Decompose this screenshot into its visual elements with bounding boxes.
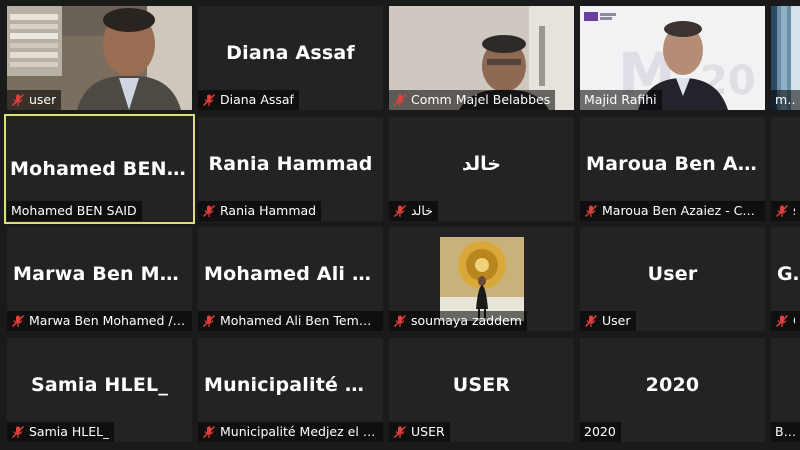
mic-muted-icon [393,314,407,328]
participant-name: خالد [411,203,433,218]
participant-name: user [29,92,57,107]
participant-tile-mohamed-ali-ben-temessek[interactable]: Mohamed Ali B... Mohamed Ali Ben Temess.… [198,227,383,331]
mic-muted-icon [775,204,789,218]
mic-muted-icon [202,314,216,328]
participant-nameplate: Rania Hammad [198,201,322,221]
participant-nameplate: USER [389,422,450,442]
participant-name: Diana Assaf [220,92,294,107]
participant-display-name: GO [777,263,800,285]
mic-muted-icon [393,204,407,218]
participant-display-name: Maroua Ben Az... [586,153,765,175]
participant-name: Ben [775,424,795,439]
participant-name: 2020 [584,424,616,439]
participant-nameplate: Maroua Ben Azaiez - Co... [580,201,765,221]
participant-nameplate: Mohamed BEN SAID [7,201,142,221]
mic-muted-icon [584,314,598,328]
participant-nameplate: 2020 [580,422,621,442]
participant-nameplate: C [771,311,800,331]
participant-nameplate: Comm Majel Belabbes [389,90,556,110]
participant-name: Maroua Ben Azaiez - Co... [602,203,760,218]
participant-nameplate: خالد [389,201,438,221]
participant-tile-khaled[interactable]: خالد خالد [389,117,574,221]
participant-nameplate: s [771,201,800,221]
participant-name: Municipalité Medjez el b... [220,424,378,439]
participant-name: Majid Rafihi [584,92,657,107]
participant-nameplate: Diana Assaf [198,90,299,110]
participant-tile-user-2[interactable]: User User [580,227,765,331]
participant-display-name: Marwa Ben Mo... [13,263,192,285]
participant-name: Marwa Ben Mohamed / ... [29,313,187,328]
mic-muted-icon [775,314,789,328]
mic-muted-icon [393,93,407,107]
mic-muted-icon [11,425,25,439]
participant-tile-go[interactable]: GO C [771,227,800,331]
participant-nameplate: user [7,90,62,110]
participant-name: soumaya zaddem [411,313,522,328]
participant-display-name: Diana Assaf [226,42,355,64]
participant-tile-maroua-ben-azaiez[interactable]: Maroua Ben Az... Maroua Ben Azaiez - Co.… [580,117,765,221]
participant-name: mejr [775,92,795,107]
participant-tile-rania-hammad[interactable]: Rania Hammad Rania Hammad [198,117,383,221]
participant-name: Comm Majel Belabbes [411,92,551,107]
participant-tile-comm-majel-belabbes[interactable]: Comm Majel Belabbes [389,6,574,110]
participant-name: User [602,313,631,328]
participant-nameplate: mejr [771,90,800,110]
participant-name: Rania Hammad [220,203,317,218]
participant-display-name: User [647,263,698,285]
participant-nameplate: soumaya zaddem [389,311,527,331]
mic-muted-icon [584,204,598,218]
participant-display-name: Mohamed BEN... [10,158,190,180]
participant-name: Mohamed Ali Ben Temess... [220,313,378,328]
participant-display-name: USER [452,374,511,396]
participant-display-name: Mohamed Ali B... [204,263,383,285]
participant-display-name: 2020 [645,374,700,396]
participant-tile-s[interactable]: s [771,117,800,221]
participant-display-name: Samia HLEL_ [30,374,169,396]
participant-display-name: خالد [462,153,501,175]
mic-muted-icon [11,314,25,328]
participant-name: s [793,201,795,221]
mic-muted-icon [202,204,216,218]
participant-tile-ben[interactable]: Ben [771,338,800,442]
participant-nameplate: Samia HLEL_ [7,422,115,442]
participant-name: Samia HLEL_ [29,424,110,439]
participant-nameplate: Ben [771,422,800,442]
participant-tile-mejr[interactable]: mejr [771,6,800,110]
participant-nameplate: Marwa Ben Mohamed / ... [7,311,192,331]
participant-tile-user-3[interactable]: USER USER [389,338,574,442]
profile-picture-sun-woman [440,237,524,321]
participant-tile-municipalite-medjez[interactable]: Municipalité M... Municipalité Medjez el… [198,338,383,442]
mic-muted-icon [202,425,216,439]
participant-tile-soumaya-zaddem[interactable]: soumaya zaddem [389,227,574,331]
participant-display-name: Municipalité M... [204,374,383,396]
participant-nameplate: Municipalité Medjez el b... [198,422,383,442]
mic-muted-icon [11,93,25,107]
participant-name: USER [411,424,445,439]
participant-name: Mohamed BEN SAID [11,203,137,218]
participant-tile-mohamed-ben-said[interactable]: Mohamed BEN... Mohamed BEN SAID [4,114,195,224]
participant-display-name: Rania Hammad [208,153,373,175]
participant-tile-majid-rafihi[interactable]: M 20 Majid Rafihi [580,6,765,110]
participant-tile-user[interactable]: user [7,6,192,110]
participant-tile-diana-assaf[interactable]: Diana Assaf Diana Assaf [198,6,383,110]
participant-tile-samia-hlel[interactable]: Samia HLEL_ Samia HLEL_ [7,338,192,442]
participant-tile-2020[interactable]: 2020 2020 [580,338,765,442]
participant-name: C [793,311,795,331]
participant-nameplate: User [580,311,636,331]
participant-nameplate: Majid Rafihi [580,90,662,110]
participant-nameplate: Mohamed Ali Ben Temess... [198,311,383,331]
mic-muted-icon [393,425,407,439]
participant-tile-marwa-ben-mohamed[interactable]: Marwa Ben Mo... Marwa Ben Mohamed / ... [7,227,192,331]
mic-muted-icon [202,93,216,107]
